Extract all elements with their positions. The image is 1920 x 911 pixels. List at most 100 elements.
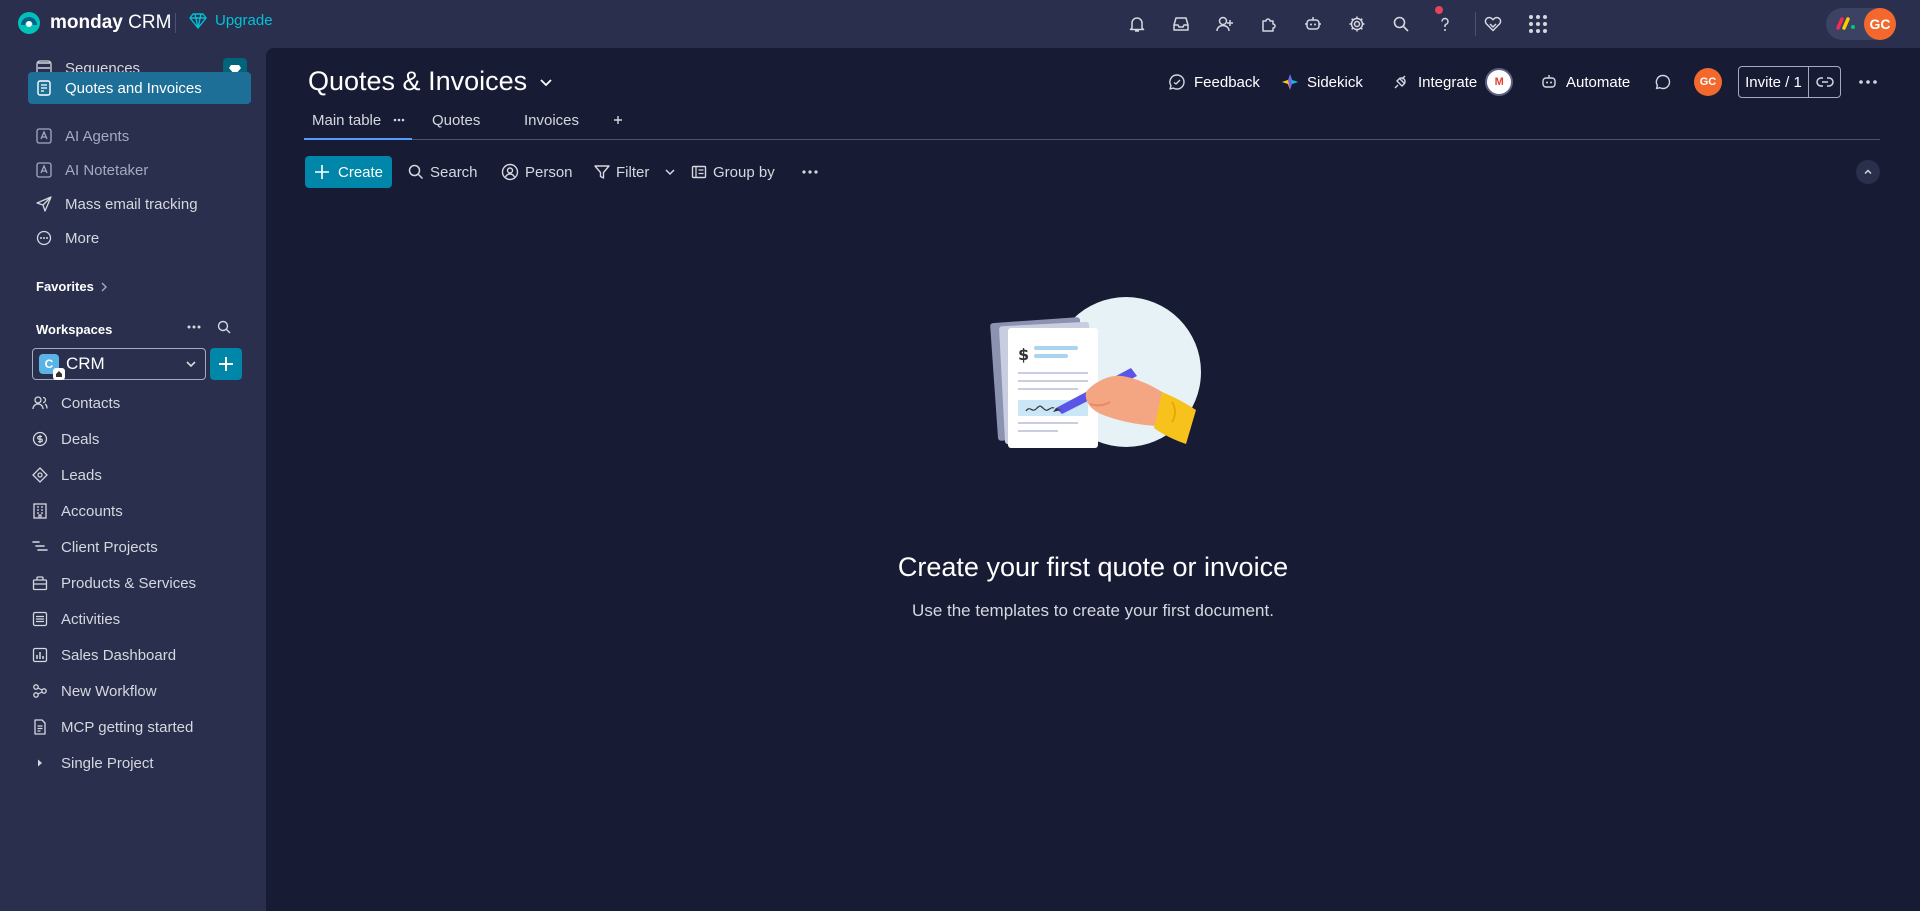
apps-icon[interactable]: [1257, 12, 1281, 36]
workspace-dropdown[interactable]: C CRM: [32, 348, 206, 380]
board-title[interactable]: Quotes & Invoices: [308, 66, 553, 97]
invite-button[interactable]: Invite / 1: [1739, 67, 1809, 97]
search-button[interactable]: Search: [408, 156, 478, 188]
contacts-icon: [31, 394, 49, 412]
chevron-down-icon: [186, 361, 196, 368]
app-switcher-icon[interactable]: [1526, 12, 1550, 36]
leads-icon: [31, 466, 49, 484]
main-content: Quotes & Invoices Feedback Sidekick Inte…: [266, 48, 1920, 911]
sidebar-folder-single-project[interactable]: Single Project: [24, 747, 247, 779]
workspace-search-icon[interactable]: [214, 318, 234, 336]
user-avatar[interactable]: GC: [1864, 8, 1896, 40]
automate-label: Automate: [1566, 73, 1631, 91]
person-filter-button[interactable]: Person: [501, 156, 573, 188]
tab-main-table[interactable]: Main table: [312, 106, 405, 134]
tabs-divider: [304, 139, 1880, 140]
home-icon: [53, 368, 65, 380]
settings-icon[interactable]: [1345, 12, 1369, 36]
top-bar: monday CRM Upgrade GC: [0, 0, 1920, 48]
integrate-button[interactable]: Integrate M: [1392, 68, 1514, 96]
products-icon: [31, 574, 49, 592]
chevron-down-icon: [540, 78, 552, 86]
group-by-icon: [691, 165, 707, 179]
sidekick-icon: [1282, 74, 1298, 90]
automate-icon: [1542, 75, 1556, 88]
favorites-section[interactable]: Favorites: [36, 279, 108, 294]
collapse-header-button[interactable]: [1856, 160, 1880, 184]
sidebar-item-label: Deals: [61, 430, 100, 448]
search-icon: [408, 164, 424, 180]
sidebar-item-more[interactable]: More: [28, 222, 251, 254]
sidebar-item-ai-notetaker[interactable]: AI Notetaker: [28, 154, 251, 186]
board-member-avatar[interactable]: GC: [1694, 68, 1722, 96]
accounts-icon: [31, 502, 49, 520]
sidebar-item-activities[interactable]: Activities: [24, 603, 247, 635]
sidebar-item-ai-agents[interactable]: AI Agents: [28, 120, 251, 152]
sidebar-item-label: Products & Services: [61, 574, 197, 592]
brand-product: CRM: [128, 12, 172, 33]
sidebar-item-label: Client Projects: [61, 538, 158, 556]
invite-members-icon[interactable]: [1213, 12, 1237, 36]
sidebar-item-new-workflow[interactable]: New Workflow: [24, 675, 247, 707]
plus-icon: [219, 357, 233, 371]
sidebar-item-leads[interactable]: Leads: [24, 459, 247, 491]
sidebar-item-quotes-and-invoices[interactable]: Quotes and Invoices: [28, 72, 251, 104]
filter-icon: [594, 165, 610, 179]
send-icon: [35, 195, 53, 213]
sidebar-item-label: Mass email tracking: [65, 195, 198, 213]
help-icon[interactable]: [1433, 12, 1457, 36]
sidebar-item-mcp-getting-started[interactable]: MCP getting started: [24, 711, 247, 743]
workspace-options-icon[interactable]: [183, 318, 205, 336]
ai-notetaker-icon: [35, 161, 53, 179]
more-icon: [802, 170, 818, 174]
sidekick-button[interactable]: Sidekick: [1281, 68, 1363, 96]
sidebar-item-contacts[interactable]: Contacts: [24, 387, 247, 419]
sidebar-item-products-services[interactable]: Products & Services: [24, 567, 247, 599]
chevron-right-icon: [101, 282, 107, 291]
empty-state-title: Create your first quote or invoice: [897, 552, 1289, 582]
add-view-button[interactable]: [612, 106, 624, 134]
tab-quotes[interactable]: Quotes: [432, 106, 480, 134]
toolbar-more-button[interactable]: [802, 156, 818, 188]
group-by-label: Group by: [713, 163, 775, 181]
gmail-icon: M: [1485, 68, 1514, 96]
sidebar-item-client-projects[interactable]: Client Projects: [24, 531, 247, 563]
bot-icon[interactable]: [1301, 12, 1325, 36]
workspace-avatar: C: [39, 354, 65, 380]
automate-button[interactable]: Automate: [1540, 68, 1630, 96]
inbox-icon[interactable]: [1169, 12, 1193, 36]
search-icon[interactable]: [1389, 12, 1413, 36]
heart-icon[interactable]: [1481, 12, 1505, 36]
person-icon: [501, 163, 519, 181]
dashboard-icon: [31, 646, 49, 664]
sidebar-item-mass-email-tracking[interactable]: Mass email tracking: [28, 188, 251, 220]
tab-invoices[interactable]: Invoices: [524, 106, 579, 134]
create-button[interactable]: Create: [305, 156, 392, 188]
integrate-icon: [1394, 75, 1406, 89]
sidebar-item-sales-dashboard[interactable]: Sales Dashboard: [24, 639, 247, 671]
quotes-icon: [35, 79, 53, 97]
more-circle-icon: [35, 229, 53, 247]
filter-button[interactable]: Filter: [594, 156, 649, 188]
monday-logo-icon: [18, 12, 40, 34]
group-by-button[interactable]: Group by: [691, 156, 775, 188]
brand-name: monday: [50, 12, 123, 33]
sidebar-item-label: MCP getting started: [61, 718, 194, 736]
monday-logo[interactable]: monday CRM: [16, 12, 171, 34]
favorites-label: Favorites: [36, 279, 94, 294]
upgrade-button[interactable]: Upgrade: [189, 12, 273, 29]
more-options-icon[interactable]: [1856, 70, 1880, 94]
sidebar-item-deals[interactable]: Deals: [24, 423, 247, 455]
filter-dropdown[interactable]: [664, 156, 676, 188]
chevron-up-icon: [1864, 169, 1872, 175]
add-item-button[interactable]: [210, 348, 242, 380]
bell-icon[interactable]: [1125, 12, 1149, 36]
workflow-icon: [31, 682, 49, 700]
sidebar-item-label: Single Project: [61, 754, 154, 772]
active-tab-indicator: [304, 138, 412, 140]
projects-icon: [31, 538, 49, 556]
sidebar-item-accounts[interactable]: Accounts: [24, 495, 247, 527]
updates-icon[interactable]: [1651, 70, 1675, 94]
copy-link-button[interactable]: [1809, 67, 1840, 97]
feedback-button[interactable]: Feedback: [1168, 68, 1260, 96]
